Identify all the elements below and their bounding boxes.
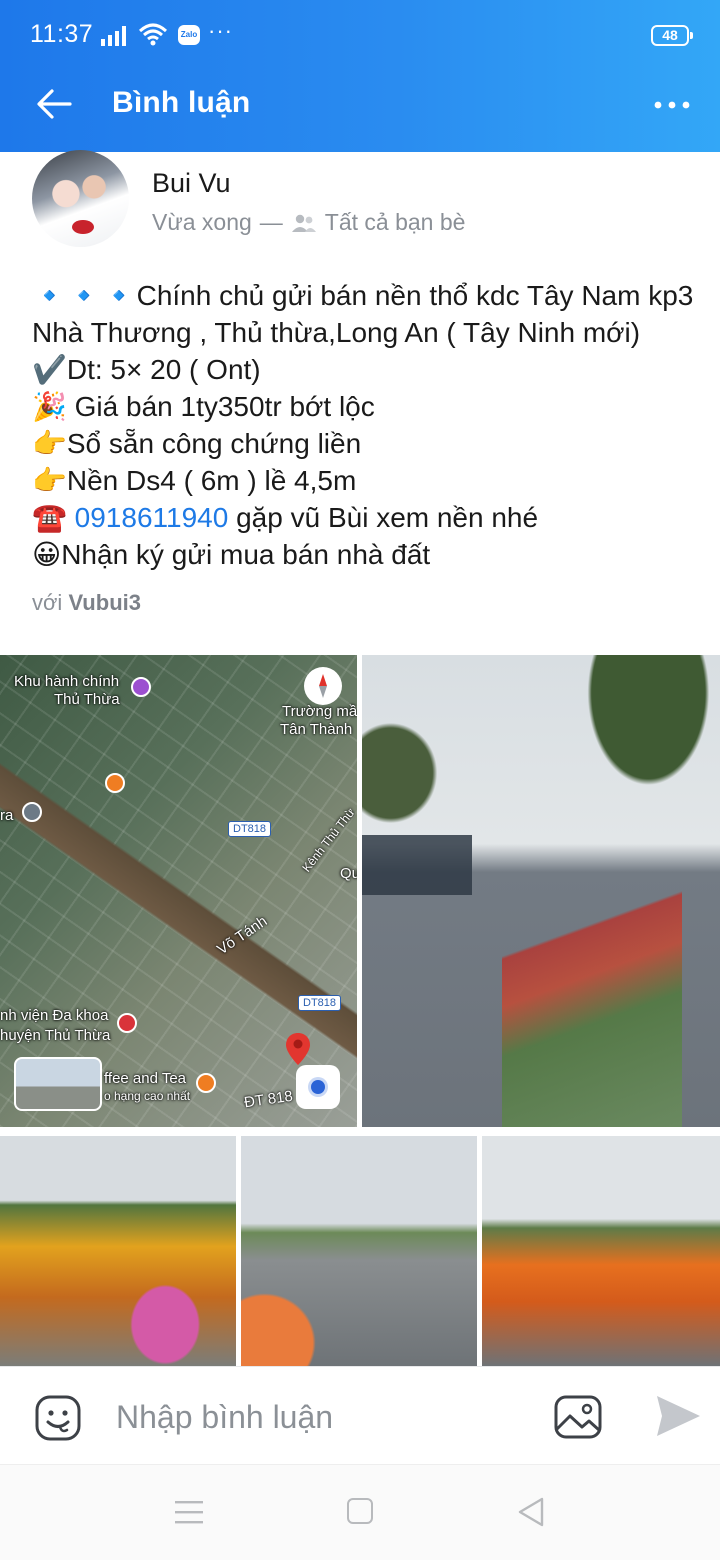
author-name[interactable]: Bui Vu xyxy=(152,168,231,199)
post-line: ✔️Dt: 5× 20 ( Ont) xyxy=(32,351,702,388)
map-label-school: Trường mầ xyxy=(282,703,357,720)
meta-separator: — xyxy=(259,209,283,235)
line-emoji: 👉 xyxy=(32,428,67,459)
map-label-coffee2: o hạng cao nhất xyxy=(104,1089,191,1103)
recent-apps-icon[interactable] xyxy=(175,1499,203,1525)
phone-emoji: ☎️ xyxy=(32,502,67,533)
post-line: 👉Sổ sẵn công chứng liền xyxy=(32,425,702,462)
line-text: Chính chủ gửi bán nền thổ kdc Tây Nam kp… xyxy=(136,280,694,311)
post-line: Nhà Thương , Thủ thừa,Long An ( Tây Ninh… xyxy=(32,314,702,351)
post-line: 🎉 Giá bán 1ty350tr bớt lộc xyxy=(32,388,702,425)
post-line-phone: ☎️ 0918611940 gặp vũ Bùi xem nền nhé xyxy=(32,499,702,536)
line-text: Dt: 5× 20 ( Ont) xyxy=(66,354,261,385)
admin-poi-icon xyxy=(131,677,151,697)
map-label-admin2: Thủ Thừa xyxy=(54,691,120,708)
phone-link[interactable]: 0918611940 xyxy=(75,502,229,533)
signal-icon xyxy=(101,26,126,46)
send-icon[interactable] xyxy=(654,1392,702,1440)
post-line: 🔹🔹🔹Chính chủ gửi bán nền thổ kdc Tây Nam… xyxy=(32,277,702,314)
compass-icon[interactable] xyxy=(304,667,342,705)
home-icon[interactable] xyxy=(347,1498,373,1524)
hospital-poi-icon xyxy=(117,1013,137,1033)
zalo-notification-icon: Zalo xyxy=(178,25,200,45)
post-line: 😀Nhận ký gửi mua bán nhà đất xyxy=(32,536,702,573)
bank-poi-icon xyxy=(22,802,42,822)
nav-back-icon[interactable] xyxy=(518,1497,544,1527)
page-header: Bình luận xyxy=(0,60,720,152)
post-content: 🔹🔹🔹Chính chủ gửi bán nền thổ kdc Tây Nam… xyxy=(32,277,702,573)
more-notifications-icon: ··· xyxy=(208,18,233,43)
road-flowers-photo[interactable] xyxy=(241,1136,477,1366)
map-label-ra: ra xyxy=(0,807,14,824)
my-location-button[interactable] xyxy=(296,1065,340,1109)
cafe-poi-icon xyxy=(196,1073,216,1093)
line-emoji: 👉 xyxy=(32,465,67,496)
line-emoji: 😀 xyxy=(32,539,62,570)
line-emoji: 🎉 xyxy=(32,391,67,422)
app-top-bar: 11:37 Zalo ··· 48 Bình luận xyxy=(0,0,720,152)
line-emoji: ✔️ xyxy=(32,354,67,385)
system-nav-bar xyxy=(0,1464,720,1560)
post-meta: Vừa xong — Tất cả bạn bè xyxy=(152,209,465,236)
wifi-icon xyxy=(138,23,168,46)
tagged-users: với Vubui3 xyxy=(32,590,141,616)
line-text: Nhận ký gửi mua bán nhà đất xyxy=(61,539,431,570)
post-audience: Tất cả bạn bè xyxy=(324,209,466,235)
map-label-coffee: ffee and Tea xyxy=(104,1070,187,1087)
map-photo[interactable]: Khu hành chính Thủ Thừa Trường mầ Tân Th… xyxy=(0,655,357,1127)
friends-icon xyxy=(291,214,316,232)
status-time: 11:37 xyxy=(30,20,94,48)
comment-input[interactable] xyxy=(116,1393,536,1441)
location-pin-icon xyxy=(286,1033,310,1065)
map-label-votanh: Võ Tánh xyxy=(214,912,271,959)
line-text: Sổ sẵn công chứng liền xyxy=(66,428,362,459)
with-prefix: với xyxy=(32,590,63,615)
comment-bar xyxy=(0,1366,720,1464)
restaurant-poi-icon xyxy=(105,773,125,793)
line-text: gặp vũ Bùi xem nền nhé xyxy=(228,502,539,533)
line-emoji: 🔹🔹🔹 xyxy=(32,280,137,311)
map-label-admin: Khu hành chính xyxy=(14,673,120,690)
page-title: Bình luận xyxy=(112,86,251,119)
compass-needle-icon xyxy=(319,674,327,698)
line-text: Nền Ds4 ( 6m ) lề 4,5m xyxy=(66,465,357,496)
image-icon[interactable] xyxy=(553,1394,603,1440)
tagged-user-link[interactable]: Vubui3 xyxy=(68,590,141,615)
map-label-hospital2: huyện Thủ Thừa xyxy=(0,1027,111,1044)
marigold-market-photo[interactable] xyxy=(482,1136,720,1366)
line-text: Nhà Thương , Thủ thừa,Long An ( Tây Ninh… xyxy=(32,317,641,348)
more-menu-icon[interactable] xyxy=(648,88,694,122)
post-line: 👉Nền Ds4 ( 6m ) lề 4,5m xyxy=(32,462,702,499)
streetview-thumbnail[interactable] xyxy=(14,1057,102,1111)
status-bar: 11:37 Zalo ··· 48 xyxy=(0,0,720,60)
road-badge-dt818-2: DT818 xyxy=(298,995,342,1011)
sticker-icon[interactable] xyxy=(34,1394,82,1442)
line-text: Giá bán 1ty350tr bớt lộc xyxy=(66,391,375,422)
author-avatar[interactable] xyxy=(32,150,129,247)
map-label-dt818-road: ĐT 818 xyxy=(243,1087,294,1112)
post-time: Vừa xong xyxy=(152,209,252,235)
road-badge-dt818: DT818 xyxy=(228,821,272,837)
battery-icon: 48 xyxy=(651,25,693,46)
map-label-hospital: nh viện Đa khoa xyxy=(0,1007,109,1024)
flower-field-photo[interactable] xyxy=(0,1136,236,1366)
back-arrow-icon[interactable] xyxy=(34,84,74,124)
map-label-q: Qu xyxy=(340,865,357,882)
map-label-school2: Tân Thành xyxy=(280,721,353,738)
street-market-photo[interactable] xyxy=(362,655,720,1127)
